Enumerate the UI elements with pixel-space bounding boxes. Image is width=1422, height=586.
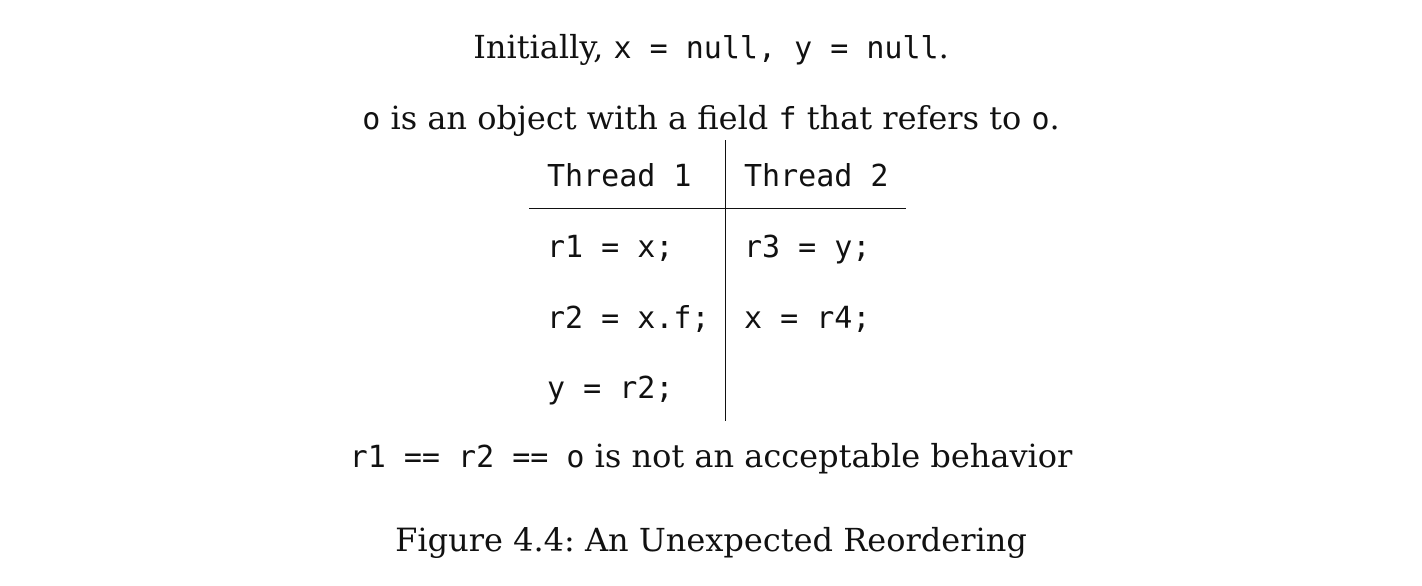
thread-table: Thread 1 Thread 2 r1 = x; r2 = x.f; y = …	[529, 140, 906, 421]
object-code-o2: o	[1031, 102, 1050, 137]
initial-code: x = null, y = null	[613, 31, 939, 66]
header-thread-1: Thread 1	[547, 159, 692, 194]
initial-suffix: .	[938, 28, 949, 66]
figure-page: { "initial_line": { "prefix": "Initially…	[0, 0, 1422, 586]
header-thread-2: Thread 2	[744, 159, 889, 194]
thread1-statement-3: y = r2;	[547, 371, 674, 406]
thread2-statement-1: r3 = y;	[744, 230, 871, 265]
result-line: r1 == r2 == o is not an acceptable behav…	[0, 436, 1422, 478]
object-text-1: is an object with a field	[380, 99, 779, 137]
thread2-statement-2: x = r4;	[744, 301, 871, 336]
result-code: r1 == r2 == o	[349, 440, 585, 475]
figure-caption: Figure 4.4: An Unexpected Reordering	[395, 521, 1027, 559]
object-code-f: f	[778, 102, 797, 137]
object-description-line: o is an object with a field f that refer…	[0, 98, 1422, 140]
object-text-2: that refers to	[796, 99, 1032, 137]
object-suffix: .	[1049, 99, 1060, 137]
initial-condition-line: Initially, x = null, y = null.	[0, 27, 1422, 69]
thread1-statement-1: r1 = x;	[547, 230, 674, 265]
initial-prefix: Initially,	[473, 28, 614, 66]
thread1-statement-2: r2 = x.f;	[547, 301, 710, 336]
object-code-o: o	[362, 102, 381, 137]
result-text: is not an acceptable behavior	[584, 437, 1073, 475]
column-divider	[725, 140, 726, 421]
header-divider	[529, 208, 906, 209]
